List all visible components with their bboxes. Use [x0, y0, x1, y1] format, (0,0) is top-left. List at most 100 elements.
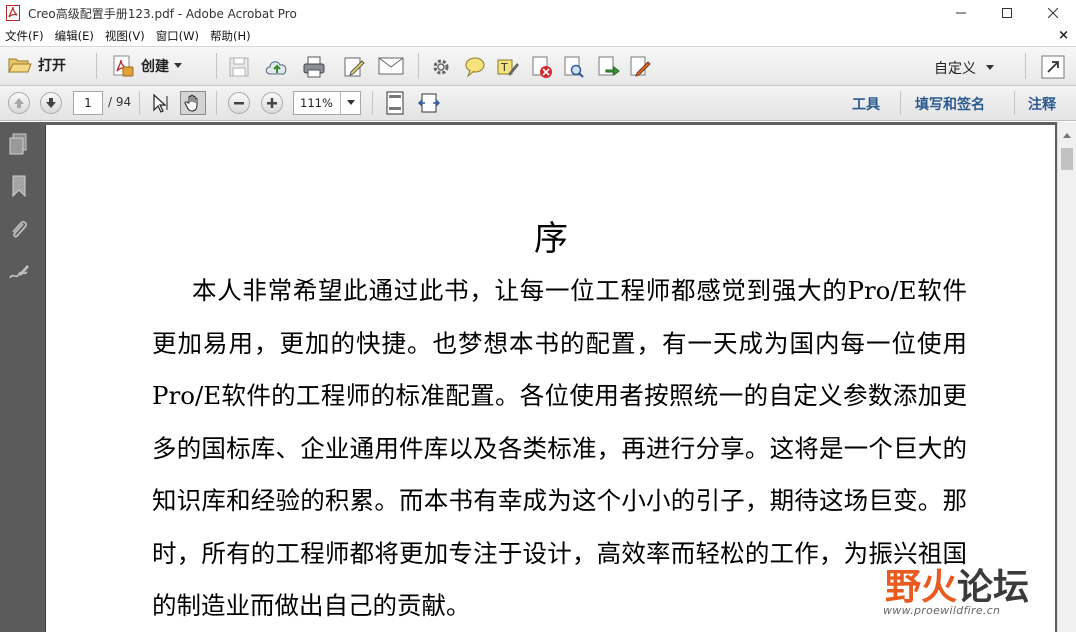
vertical-scrollbar[interactable] — [1057, 122, 1076, 632]
toolbar-separator — [1025, 53, 1026, 79]
maximize-icon — [1002, 8, 1012, 18]
comment-panel-link[interactable]: 注释 — [1028, 94, 1056, 114]
previous-page-button[interactable] — [8, 92, 30, 114]
title-bar: Creo高级配置手册123.pdf - Adobe Acrobat Pro — [0, 0, 1076, 26]
highlight-text-button[interactable]: T — [496, 56, 520, 78]
create-button[interactable]: 创建 — [111, 54, 182, 78]
menu-view[interactable]: 视图(V) — [100, 28, 151, 44]
menu-help[interactable]: 帮助(H) — [205, 28, 257, 44]
navigation-toolbar: 1 / 94 111% 工具 填写和签名 注释 — [0, 86, 1076, 121]
close-window-button[interactable] — [1030, 0, 1076, 26]
toolbar-separator — [139, 91, 140, 115]
main-toolbar: 打开 创建 T 自定义 — [0, 47, 1076, 86]
attachment-paperclip-icon[interactable] — [7, 218, 31, 242]
print-button[interactable] — [302, 55, 326, 79]
menu-window[interactable]: 窗口(W) — [151, 28, 205, 44]
zoom-value: 111% — [300, 96, 333, 110]
email-button[interactable] — [378, 57, 404, 75]
fit-width-button[interactable] — [417, 91, 441, 115]
sign-button[interactable] — [628, 55, 652, 79]
save-button[interactable] — [228, 56, 250, 78]
arrow-down-icon — [46, 98, 56, 108]
toolbar-separator — [216, 53, 217, 79]
export-arrow-icon — [598, 56, 620, 77]
toolbar-separator — [216, 91, 217, 115]
menu-edit[interactable]: 编辑(E) — [50, 28, 100, 44]
window-title: Creo高级配置手册123.pdf - Adobe Acrobat Pro — [28, 6, 297, 21]
watermark-logo-text: 野火论坛 — [885, 558, 1029, 610]
close-document-button[interactable]: × — [1058, 28, 1069, 43]
next-page-button[interactable] — [40, 92, 62, 114]
fit-page-icon — [386, 91, 404, 115]
watermark-part2: 论坛 — [957, 567, 1030, 608]
document-paragraph: 本人非常希望此通过此书，让每一位工程师都感觉到强大的Pro/E软件更加易用，更加… — [152, 276, 967, 620]
chevron-up-icon — [1063, 132, 1071, 138]
chevron-down-icon — [174, 63, 182, 68]
zoom-dropdown-toggle[interactable] — [340, 92, 360, 114]
forum-watermark: 野火论坛 www.proewildfire.cn — [865, 558, 1035, 622]
delete-page-icon — [532, 56, 552, 78]
maximize-button[interactable] — [984, 0, 1030, 26]
customize-label: 自定义 — [934, 61, 976, 77]
toolbar-separator — [1014, 91, 1015, 115]
pdf-page: 序 本人非常希望此通过此书，让每一位工程师都感觉到强大的Pro/E软件更加易用，… — [45, 125, 1055, 632]
chevron-down-icon — [986, 65, 994, 70]
edit-pencil-icon — [344, 57, 365, 77]
full-screen-button[interactable] — [1041, 55, 1065, 79]
cloud-upload-icon — [265, 61, 287, 75]
minimize-icon — [956, 12, 966, 14]
zoom-select[interactable]: 111% — [293, 91, 361, 115]
acrobat-app-icon — [6, 5, 20, 21]
open-label: 打开 — [38, 58, 66, 74]
fit-page-button[interactable] — [383, 91, 407, 115]
watermark-url: www.proewildfire.cn — [883, 604, 1001, 617]
open-button[interactable]: 打开 — [8, 55, 66, 75]
select-tool-button[interactable] — [150, 93, 170, 113]
sign-pen-icon — [630, 56, 651, 77]
toolbar-separator — [418, 53, 419, 79]
arrow-up-icon — [14, 98, 24, 108]
scroll-up-button[interactable] — [1058, 128, 1076, 142]
delete-page-button[interactable] — [530, 55, 554, 79]
ocr-button[interactable] — [562, 55, 586, 79]
bookmarks-icon[interactable] — [7, 174, 31, 198]
folder-open-icon — [8, 58, 32, 73]
edit-document-button[interactable] — [342, 55, 366, 79]
minimize-button[interactable] — [938, 0, 984, 26]
menu-bar: 文件(F) 编辑(E) 视图(V) 窗口(W) 帮助(H) × — [0, 26, 1076, 47]
toolbar-separator — [372, 91, 373, 115]
zoom-out-button[interactable] — [228, 92, 250, 114]
settings-button[interactable] — [430, 56, 452, 78]
search-page-icon — [564, 56, 584, 78]
printer-icon — [303, 56, 325, 78]
comment-button[interactable] — [464, 56, 486, 78]
customize-dropdown[interactable]: 自定义 — [934, 58, 994, 78]
page-thumbnails-icon[interactable] — [7, 132, 31, 156]
upload-cloud-button[interactable] — [264, 56, 290, 78]
hand-icon — [184, 94, 198, 112]
plus-icon — [267, 98, 277, 108]
chevron-down-icon — [346, 100, 355, 105]
minus-icon — [234, 102, 244, 105]
toolbar-separator — [96, 53, 97, 79]
toolbar-separator — [900, 91, 901, 115]
svg-text:T: T — [500, 61, 508, 74]
fill-sign-panel-link[interactable]: 填写和签名 — [915, 94, 985, 114]
watermark-part1: 野火 — [885, 567, 958, 608]
zoom-in-button[interactable] — [261, 92, 283, 114]
speech-bubble-icon — [465, 57, 485, 78]
page-number-input[interactable]: 1 — [73, 91, 103, 115]
hand-tool-button[interactable] — [180, 91, 206, 115]
signatures-icon[interactable] — [7, 260, 31, 284]
tools-panel-link[interactable]: 工具 — [852, 94, 880, 114]
document-heading: 序 — [534, 219, 568, 259]
close-icon — [1048, 8, 1058, 18]
export-button[interactable] — [596, 55, 620, 79]
expand-icon — [1041, 55, 1065, 79]
menu-file[interactable]: 文件(F) — [0, 28, 50, 44]
save-icon — [229, 57, 249, 77]
cursor-arrow-icon — [153, 93, 168, 113]
create-pdf-icon — [113, 55, 134, 77]
gear-icon — [433, 59, 449, 75]
scroll-thumb[interactable] — [1061, 148, 1073, 170]
